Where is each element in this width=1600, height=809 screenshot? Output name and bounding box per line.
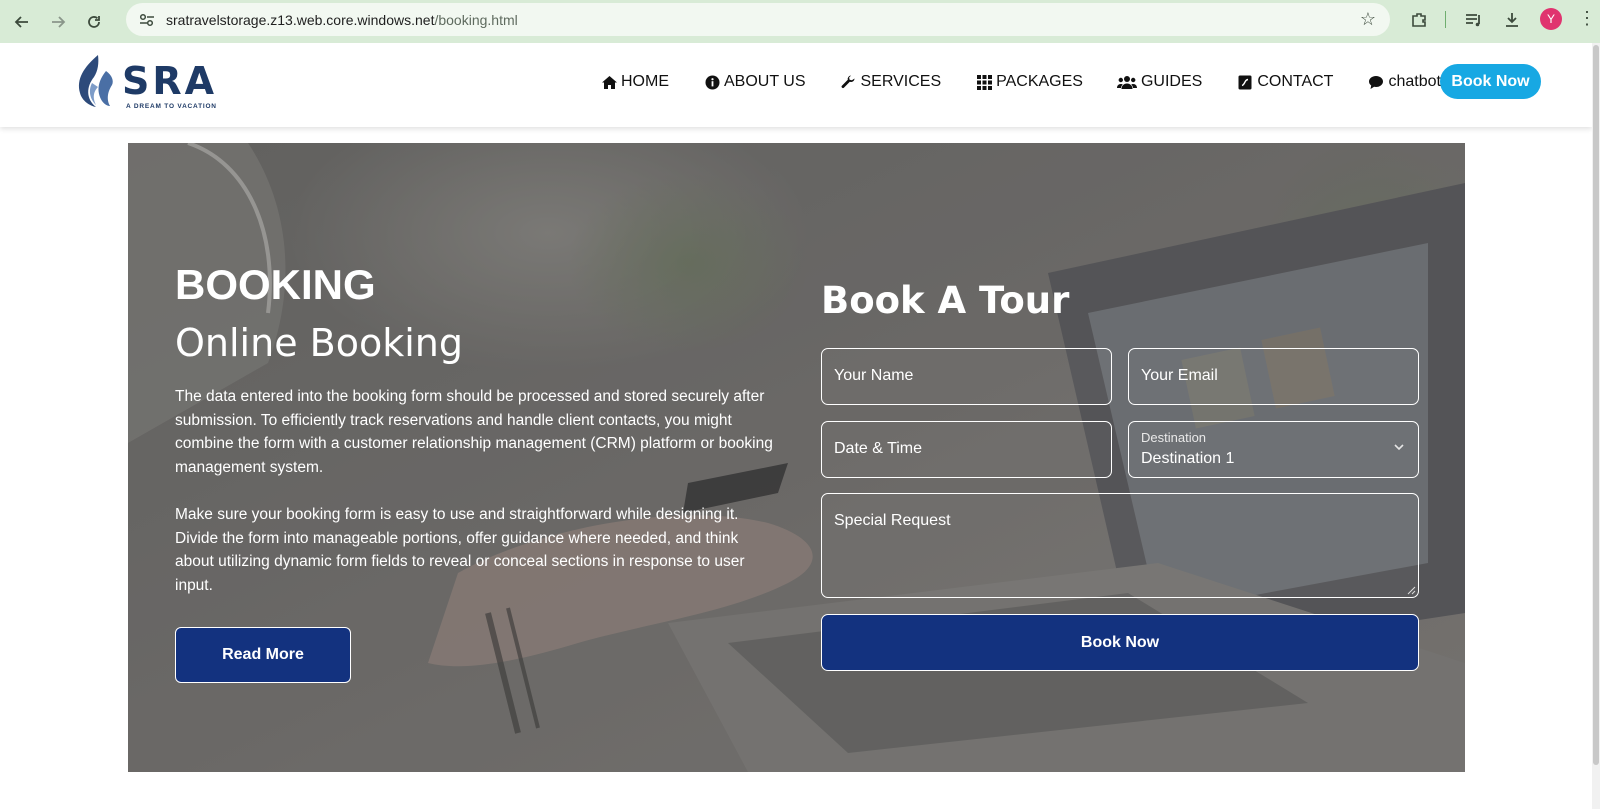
special-request-textarea[interactable]: Special Request xyxy=(821,493,1419,598)
logo-wordmark: SRA xyxy=(122,59,218,103)
browser-menu-icon[interactable]: ⋮ xyxy=(1578,8,1596,29)
wrench-icon xyxy=(840,74,858,90)
reload-icon xyxy=(88,15,100,28)
header-book-now-button[interactable]: Book Now xyxy=(1440,64,1541,99)
arrow-right-icon xyxy=(52,15,66,28)
grid-icon xyxy=(975,74,993,90)
url-text: sratravelstorage.z13.web.core.windows.ne… xyxy=(166,12,518,28)
nav-packages[interactable]: PACKAGES xyxy=(975,73,1083,91)
nav-about-us[interactable]: ABOUT US xyxy=(703,73,806,91)
toolbar-divider xyxy=(1445,11,1446,28)
form-book-now-button[interactable]: Book Now xyxy=(821,614,1419,671)
browser-toolbar: sratravelstorage.z13.web.core.windows.ne… xyxy=(0,0,1600,43)
contact-book-icon xyxy=(1236,74,1254,90)
nav-label: GUIDES xyxy=(1140,73,1203,90)
page-title: BOOKING xyxy=(175,261,376,308)
site-info-icon[interactable] xyxy=(130,6,164,34)
destination-value: Destination 1 xyxy=(1141,450,1235,467)
page-viewport: SRA A DREAM TO VACATION HOME ABOUT US SE… xyxy=(0,43,1600,809)
nav-contact[interactable]: CONTACT xyxy=(1236,73,1333,91)
reload-button[interactable] xyxy=(76,4,112,40)
reading-list-icon[interactable] xyxy=(1461,7,1487,33)
page-scrollbar[interactable] xyxy=(1592,43,1600,809)
read-more-button[interactable]: Read More xyxy=(175,627,351,683)
download-icon[interactable] xyxy=(1499,7,1525,33)
scrollbar-thumb[interactable] xyxy=(1593,45,1599,765)
profile-avatar[interactable]: Y xyxy=(1540,8,1562,30)
address-bar[interactable]: sratravelstorage.z13.web.core.windows.ne… xyxy=(126,3,1390,36)
nav-chatbot[interactable]: chatbot xyxy=(1367,73,1441,91)
datetime-field[interactable]: Date & Time xyxy=(821,421,1112,478)
nav-services[interactable]: SERVICES xyxy=(840,73,942,91)
users-icon xyxy=(1117,74,1138,90)
nav-label: chatbot xyxy=(1388,73,1441,90)
intro-paragraph-2: Make sure your booking form is easy to u… xyxy=(175,506,745,594)
nav-label: ABOUT US xyxy=(724,73,806,90)
nav-label: PACKAGES xyxy=(996,73,1083,90)
nav-label: HOME xyxy=(621,73,669,90)
nav-home[interactable]: HOME xyxy=(600,73,669,91)
chevron-down-icon xyxy=(1394,444,1404,451)
destination-select[interactable]: Destination Destination 1 xyxy=(1128,421,1419,478)
resize-handle-icon[interactable] xyxy=(1407,586,1416,595)
special-request-placeholder: Special Request xyxy=(834,512,951,529)
booking-hero: BOOKING Online Booking The data entered … xyxy=(128,143,1465,772)
flame-logo-icon xyxy=(78,55,113,107)
intro-paragraph-1: The data entered into the booking form s… xyxy=(175,388,773,476)
url-path: /booking.html xyxy=(434,11,518,28)
arrow-left-icon xyxy=(14,15,28,28)
site-header: SRA A DREAM TO VACATION HOME ABOUT US SE… xyxy=(0,43,1592,127)
destination-label: Destination xyxy=(1141,430,1207,445)
bookmark-star-icon[interactable]: ☆ xyxy=(1360,9,1376,30)
email-placeholder: Your Email xyxy=(1141,367,1218,384)
name-placeholder: Your Name xyxy=(834,367,914,384)
form-title: Book A Tour xyxy=(821,279,1070,322)
name-field[interactable]: Your Name xyxy=(821,348,1112,405)
datetime-placeholder: Date & Time xyxy=(834,440,923,457)
info-icon xyxy=(703,74,721,90)
hero-content: BOOKING Online Booking The data entered … xyxy=(128,143,1465,772)
url-host: sratravelstorage.z13.web.core.windows.ne… xyxy=(166,11,435,28)
page-subtitle: Online Booking xyxy=(175,321,463,365)
main-nav: HOME ABOUT US SERVICES PACKAGES GUIDES C… xyxy=(600,73,1441,91)
back-button[interactable] xyxy=(4,4,40,40)
email-field[interactable]: Your Email xyxy=(1128,348,1419,405)
extensions-icon[interactable] xyxy=(1406,7,1432,33)
logo-tagline: A DREAM TO VACATION xyxy=(126,103,217,110)
chat-bubble-icon xyxy=(1367,74,1385,90)
nav-guides[interactable]: GUIDES xyxy=(1117,73,1202,91)
nav-label: SERVICES xyxy=(860,73,942,90)
site-logo[interactable]: SRA A DREAM TO VACATION xyxy=(72,53,232,113)
home-icon xyxy=(600,74,618,90)
nav-label: CONTACT xyxy=(1257,73,1334,90)
forward-button[interactable] xyxy=(40,4,76,40)
